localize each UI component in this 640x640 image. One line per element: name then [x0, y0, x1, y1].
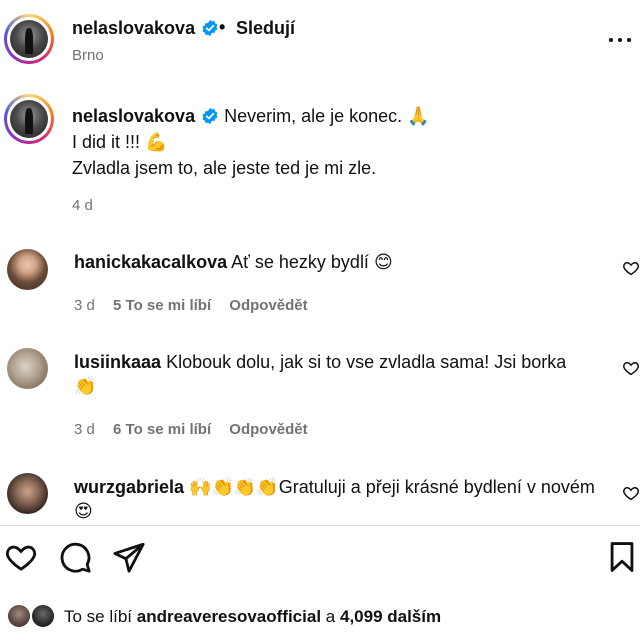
commenter-avatar[interactable]: [7, 473, 48, 514]
caption-text: nelaslovakova Neverim, ale je konec. 🙏 I…: [72, 103, 617, 181]
send-icon[interactable]: [112, 540, 146, 574]
comment-text: wurzgabriela 🙌👏👏👏Gratuluji a přeji krásn…: [74, 475, 609, 523]
bookmark-icon[interactable]: [605, 540, 639, 574]
comment-like-heart-icon[interactable]: [622, 259, 640, 277]
comment-icon[interactable]: [58, 540, 92, 574]
heart-icon[interactable]: [4, 540, 38, 574]
likes-summary: To se líbí andreaveresovaofficial a 4,09…: [0, 598, 640, 634]
likes-count[interactable]: 4,099 dalším: [340, 607, 441, 626]
post-action-bar: [0, 540, 640, 584]
comment-timestamp[interactable]: 3 d: [74, 421, 95, 438]
comment-timestamp[interactable]: 3 d: [74, 297, 95, 314]
reply-button[interactable]: Odpovědět: [229, 297, 307, 314]
comment-text: lusiinkaaa Klobouk dolu, jak si to vse z…: [74, 350, 609, 398]
liker-avatar[interactable]: [30, 603, 56, 629]
liker-username[interactable]: andreaveresovaofficial: [137, 607, 321, 626]
caption-author-avatar[interactable]: [4, 94, 54, 144]
commenter-avatar[interactable]: [7, 249, 48, 290]
actions-divider: [0, 525, 640, 526]
comment-body: Klobouk dolu, jak si to vse zvladla sama…: [166, 352, 567, 372]
comment-username[interactable]: hanickakacalkova: [74, 252, 227, 272]
comment-text: hanickakacalkova Ať se hezky bydlí 😊: [74, 250, 609, 274]
clapping-hands-emoji: 👏: [74, 376, 97, 396]
comment-username[interactable]: wurzgabriela: [74, 477, 184, 497]
verified-badge-icon: [202, 19, 218, 37]
likes-text: To se líbí andreaveresovaofficial a 4,09…: [64, 607, 441, 627]
commenter-avatar[interactable]: [7, 348, 48, 389]
heart-eyes-emoji: 😍: [74, 501, 93, 521]
following-button[interactable]: Sledují: [236, 18, 295, 39]
verified-badge-icon: [202, 107, 218, 125]
author-avatar[interactable]: [4, 14, 54, 64]
praying-hands-emoji: 🙏: [407, 106, 430, 126]
caption-line-1: Neverim, ale je konec.: [224, 106, 403, 126]
post-location[interactable]: Brno: [72, 47, 104, 64]
comment-username[interactable]: lusiinkaaa: [74, 352, 161, 372]
likes-connector: a: [325, 607, 336, 626]
comment-like-heart-icon[interactable]: [622, 359, 640, 377]
likes-prefix: To se líbí: [64, 607, 133, 626]
flexed-biceps-emoji: 💪: [145, 132, 168, 152]
celebration-emojis: 🙌👏👏👏: [189, 477, 279, 497]
smiling-face-emoji: 😊: [373, 252, 393, 272]
caption-username[interactable]: nelaslovakova: [72, 106, 195, 126]
comment-meta: 3 d 5 To se mi líbí Odpovědět: [74, 297, 308, 314]
comment-body: Gratuluji a přeji krásné bydlení v novém: [278, 477, 595, 497]
liker-avatar[interactable]: [6, 603, 32, 629]
caption-timestamp[interactable]: 4 d: [72, 197, 93, 214]
caption-line-2: I did it !!!: [72, 132, 141, 152]
comment-meta: 3 d 6 To se mi líbí Odpovědět: [74, 421, 308, 438]
reply-button[interactable]: Odpovědět: [229, 421, 307, 438]
comment-likes[interactable]: 5 To se mi líbí: [113, 297, 211, 314]
comment-like-heart-icon[interactable]: [622, 484, 640, 502]
comment-likes[interactable]: 6 To se mi líbí: [113, 421, 211, 438]
header-separator: •: [219, 17, 226, 37]
more-options-icon[interactable]: [607, 30, 633, 48]
caption-line-3: Zvladla jsem to, ale jeste ted je mi zle…: [72, 158, 377, 178]
comment-body: Ať se hezky bydlí: [231, 252, 369, 272]
author-username-text[interactable]: nelaslovakova: [72, 18, 195, 38]
author-username[interactable]: nelaslovakova: [72, 18, 219, 39]
post-header: nelaslovakova • Sledují Brno: [0, 0, 640, 80]
